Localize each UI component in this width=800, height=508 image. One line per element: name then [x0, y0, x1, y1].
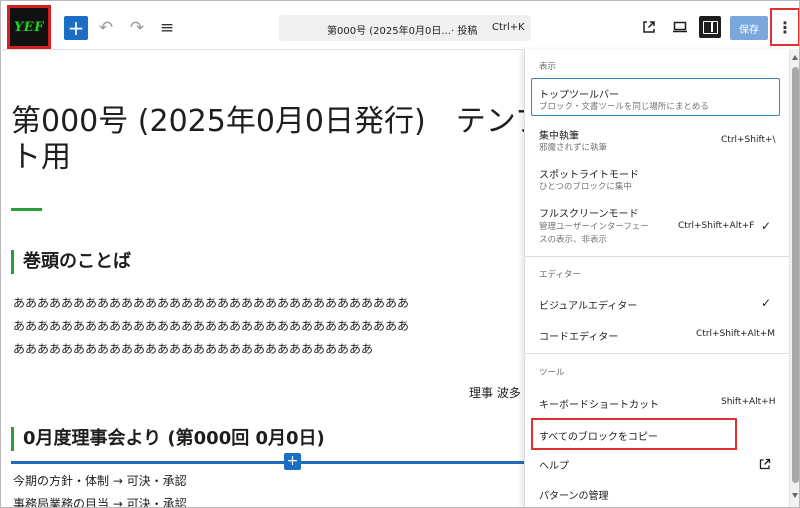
undo-icon[interactable]: ↶	[94, 16, 118, 40]
editor-canvas[interactable]: 第000号 (2025年0月0日発行) テンプレ ト用 巻頭のことば あああああ…	[2, 51, 524, 507]
site-logo-button[interactable]: YEF	[7, 5, 51, 49]
redo-icon[interactable]: ↷	[125, 16, 149, 40]
post-title-line2: ト用	[11, 140, 71, 175]
save-button[interactable]: 保存	[730, 16, 768, 40]
menu-item-visual-editor[interactable]: ビジュアルエディター	[539, 297, 637, 312]
menu-item-copy-all-blocks[interactable]: すべてのブロックをコピー	[539, 428, 658, 443]
options-menu-button[interactable]: ⋮	[770, 8, 799, 46]
document-type: · 投稿	[451, 26, 478, 37]
view-section-label: 表示	[539, 62, 557, 72]
paragraph-line-2[interactable]: あああああああああああああああああああああああああああああああああ	[13, 315, 409, 338]
distraction-free-desc: 邪魔されずに執筆	[539, 143, 608, 153]
scroll-up-icon[interactable]	[792, 55, 798, 60]
inline-inserter-button[interactable]: +	[284, 453, 301, 470]
menu-item-distraction-free[interactable]: 集中執筆	[539, 127, 579, 142]
distraction-free-shortcut: Ctrl+Shift+\	[721, 135, 776, 145]
menu-item-spotlight[interactable]: スポットライトモード	[539, 166, 639, 181]
settings-sidebar-icon[interactable]	[699, 16, 721, 38]
paragraph-line-1[interactable]: あああああああああああああああああああああああああああああああああ	[13, 292, 409, 315]
paragraph-line-3[interactable]: ああああああああああああああああああああああああああああああ	[13, 338, 373, 361]
view-post-icon[interactable]	[638, 16, 660, 38]
block-insertion-line	[11, 461, 524, 464]
menu-item-keyboard-shortcuts[interactable]: キーボードショートカット	[539, 396, 659, 411]
editor-window: YEF + ↶ ↷ ≡ 第000号 (2025年0月0日... · 投稿 Ctr…	[0, 0, 800, 508]
preview-device-icon[interactable]	[669, 16, 691, 38]
scrollbar-thumb[interactable]	[792, 67, 799, 483]
top-toolbar-desc: ブロック・文書ツールを同じ場所にまとめる	[539, 102, 709, 112]
menu-item-manage-patterns[interactable]: パターンの管理	[539, 487, 609, 502]
tools-section-label: ツール	[539, 368, 565, 378]
post-title[interactable]: 第000号 (2025年0月0日発行) テンプレ ト用	[11, 104, 524, 176]
separator-block[interactable]	[11, 208, 42, 211]
editor-section-label: エディター	[539, 270, 581, 280]
scroll-down-icon[interactable]	[792, 493, 798, 498]
command-palette-bar[interactable]: 第000号 (2025年0月0日... · 投稿 Ctrl+K	[279, 15, 531, 41]
signature-text[interactable]: 理事 波多	[469, 382, 521, 405]
command-shortcut: Ctrl+K	[492, 22, 525, 33]
menu-item-fullscreen[interactable]: フルスクリーンモード	[539, 205, 639, 220]
menu-scrollbar[interactable]	[789, 49, 799, 507]
menu-divider	[525, 256, 790, 257]
fullscreen-check-icon: ✓	[761, 219, 772, 233]
list-view-icon[interactable]: ≡	[155, 16, 179, 40]
external-link-icon	[759, 455, 771, 470]
list-item-2[interactable]: 事務局業務の目当 → 可決・承認	[13, 493, 187, 507]
spotlight-desc: ひとつのブロックに集中	[539, 182, 632, 192]
visual-editor-check-icon: ✓	[761, 296, 772, 310]
document-title: 第000号 (2025年0月0日...	[327, 26, 451, 37]
fullscreen-shortcut: Ctrl+Shift+Alt+F	[678, 221, 755, 231]
site-logo-text: YEF	[14, 19, 44, 35]
block-inserter-button[interactable]: +	[64, 16, 88, 40]
top-toolbar-title: トップツールバー	[539, 90, 619, 101]
menu-item-code-editor[interactable]: コードエディター	[539, 328, 618, 343]
heading-block-2[interactable]: 0月度理事会より (第000回 0月0日)	[11, 427, 325, 451]
menu-divider	[525, 353, 790, 354]
editor-header: YEF + ↶ ↷ ≡ 第000号 (2025年0月0日... · 投稿 Ctr…	[2, 2, 799, 50]
menu-item-help[interactable]: ヘルプ	[539, 457, 569, 472]
fullscreen-desc-line1: 管理ユーザーインターフェー	[539, 222, 649, 232]
post-title-line1: 第000号 (2025年0月0日発行) テンプレ	[11, 104, 524, 139]
fullscreen-desc-line2: スの表示、非表示	[539, 235, 608, 245]
options-dropdown-menu: 表示 トップツールバー ブロック・文書ツールを同じ場所にまとめる 集中執筆 邪魔…	[524, 49, 790, 507]
keyboard-shortcuts-shortcut: Shift+Alt+H	[721, 397, 776, 407]
list-item-1[interactable]: 今期の方針・体制 → 可決・承認	[13, 470, 187, 493]
heading-block-1[interactable]: 巻頭のことば	[11, 250, 131, 274]
code-editor-shortcut: Ctrl+Shift+Alt+M	[696, 329, 776, 339]
